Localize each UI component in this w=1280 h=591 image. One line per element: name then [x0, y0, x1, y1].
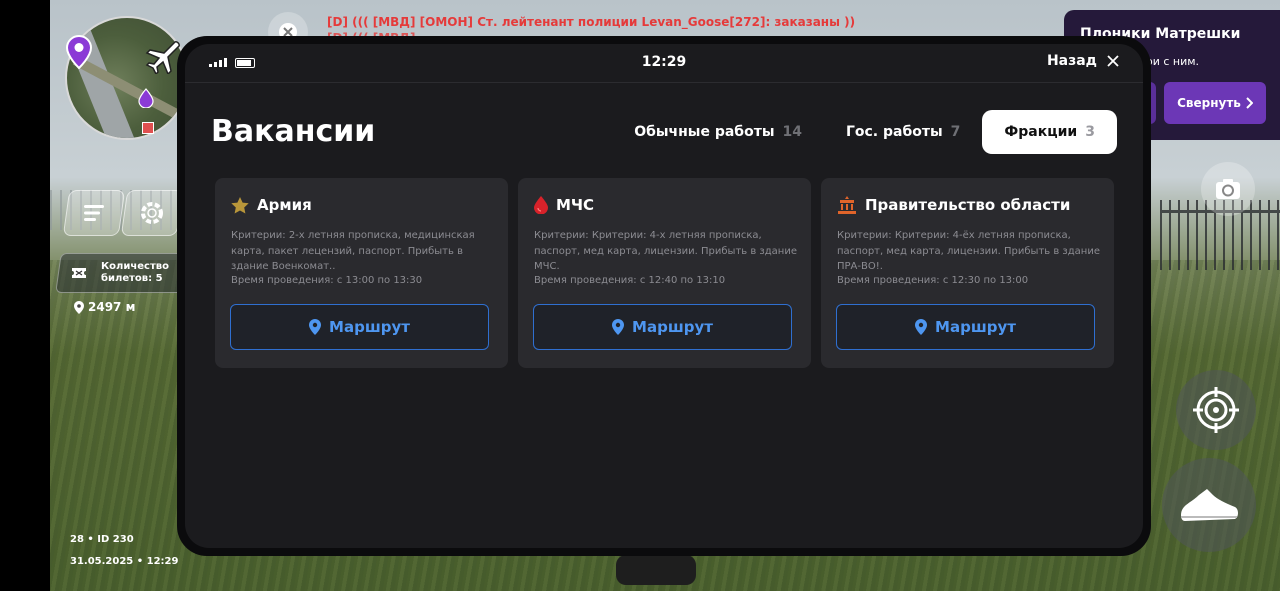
distance-indicator: 2497 м — [74, 300, 135, 314]
route-button[interactable]: Маршрут — [230, 304, 489, 350]
tab-label: Обычные работы — [634, 124, 775, 140]
tab-label: Гос. работы — [845, 124, 943, 140]
location-pin-icon — [612, 319, 625, 335]
card-criteria: Критерии: Критерии: 4-х летняя прописка,… — [534, 230, 797, 272]
vacancy-card-mchs: МЧС Критерии: Критерии: 4-х летняя пропи… — [518, 178, 811, 368]
star-icon — [231, 196, 249, 213]
menu-icon — [84, 205, 104, 221]
close-icon — [1107, 55, 1119, 67]
back-label: Назад — [1046, 53, 1097, 69]
collapse-label: Свернуть — [1177, 96, 1241, 110]
location-pin-icon — [74, 300, 84, 314]
card-title: МЧС — [556, 196, 595, 214]
player-marker — [142, 122, 154, 134]
vacancy-card-army: Армия Критерии: 2-х летняя прописка, мед… — [215, 178, 508, 368]
tab-gov-jobs[interactable]: Гос. работы 7 — [824, 110, 982, 154]
menu-button[interactable] — [62, 190, 126, 236]
location-pin-icon — [309, 319, 322, 335]
tab-factions[interactable]: Фракции 3 — [982, 110, 1117, 154]
location-pin-icon — [915, 319, 928, 335]
tab-count: 7 — [950, 124, 961, 140]
tab-count: 14 — [782, 124, 802, 140]
location-pin-icon — [66, 35, 92, 69]
card-title: Армия — [257, 196, 312, 214]
route-label: Маршрут — [935, 318, 1016, 336]
tickets-label: Количество билетов: 5 — [101, 261, 169, 284]
distance-value: 2497 м — [88, 300, 136, 314]
vacancy-cards: Армия Критерии: 2-х летняя прописка, мед… — [215, 178, 1114, 368]
vacancy-card-government: Правительство области Критерии: Критерии… — [821, 178, 1114, 368]
lifebuoy-button[interactable] — [120, 190, 184, 236]
route-label: Маршрут — [329, 318, 410, 336]
back-button[interactable]: Назад — [1047, 53, 1119, 69]
aim-button[interactable] — [1176, 370, 1256, 450]
crosshair-icon — [1193, 387, 1239, 433]
tickets-counter[interactable]: Количество билетов: 5 — [55, 253, 189, 293]
droplet-marker-icon — [138, 88, 154, 108]
card-time: Время проведения: с 12:30 по 13:00 — [837, 275, 1029, 286]
server-id-line: 28 • ID 230 — [70, 534, 134, 545]
drop-icon — [534, 196, 548, 214]
quest-collapse-button[interactable]: Свернуть — [1164, 82, 1266, 124]
phone-screen: 12:29 Назад Вакансии Обычные работы 14 Г… — [185, 44, 1143, 548]
card-time: Время проведения: с 13:00 по 13:30 — [231, 275, 423, 286]
vacancy-tabs: Обычные работы 14 Гос. работы 7 Фракции … — [612, 110, 1117, 154]
ticket-icon — [72, 268, 86, 278]
date-time-line: 31.05.2025 • 12:29 — [70, 556, 179, 567]
route-label: Маршрут — [632, 318, 713, 336]
card-title: Правительство области — [865, 196, 1071, 214]
card-criteria: Критерии: 2-х летняя прописка, медицинск… — [231, 230, 475, 272]
lifebuoy-icon — [141, 202, 163, 224]
sneaker-icon — [1181, 489, 1238, 521]
route-button[interactable]: Маршрут — [836, 304, 1095, 350]
camera-rotate-icon — [1216, 179, 1240, 199]
tab-label: Фракции — [1004, 124, 1078, 140]
card-criteria: Критерии: Критерии: 4-ёх летняя прописка… — [837, 230, 1100, 272]
route-button[interactable]: Маршрут — [533, 304, 792, 350]
tab-regular-jobs[interactable]: Обычные работы 14 — [612, 110, 824, 154]
sprint-button[interactable] — [1162, 458, 1256, 552]
tab-count: 3 — [1085, 124, 1095, 140]
airport-plane-icon — [145, 41, 180, 74]
character-feet — [616, 555, 696, 585]
camera-switch-button[interactable] — [1201, 162, 1255, 216]
government-building-icon — [838, 196, 856, 214]
status-bar: 12:29 Назад — [185, 44, 1143, 83]
chevron-right-icon — [1246, 97, 1253, 109]
page-title: Вакансии — [211, 114, 376, 149]
phone-frame: 12:29 Назад Вакансии Обычные работы 14 Г… — [177, 36, 1151, 556]
chat-message: [D] ((( [МВД] [ОМОН] Ст. лейтенант полиц… — [327, 15, 856, 29]
phone-clock: 12:29 — [641, 54, 687, 70]
card-time: Время проведения: с 12:40 по 13:10 — [534, 275, 726, 286]
